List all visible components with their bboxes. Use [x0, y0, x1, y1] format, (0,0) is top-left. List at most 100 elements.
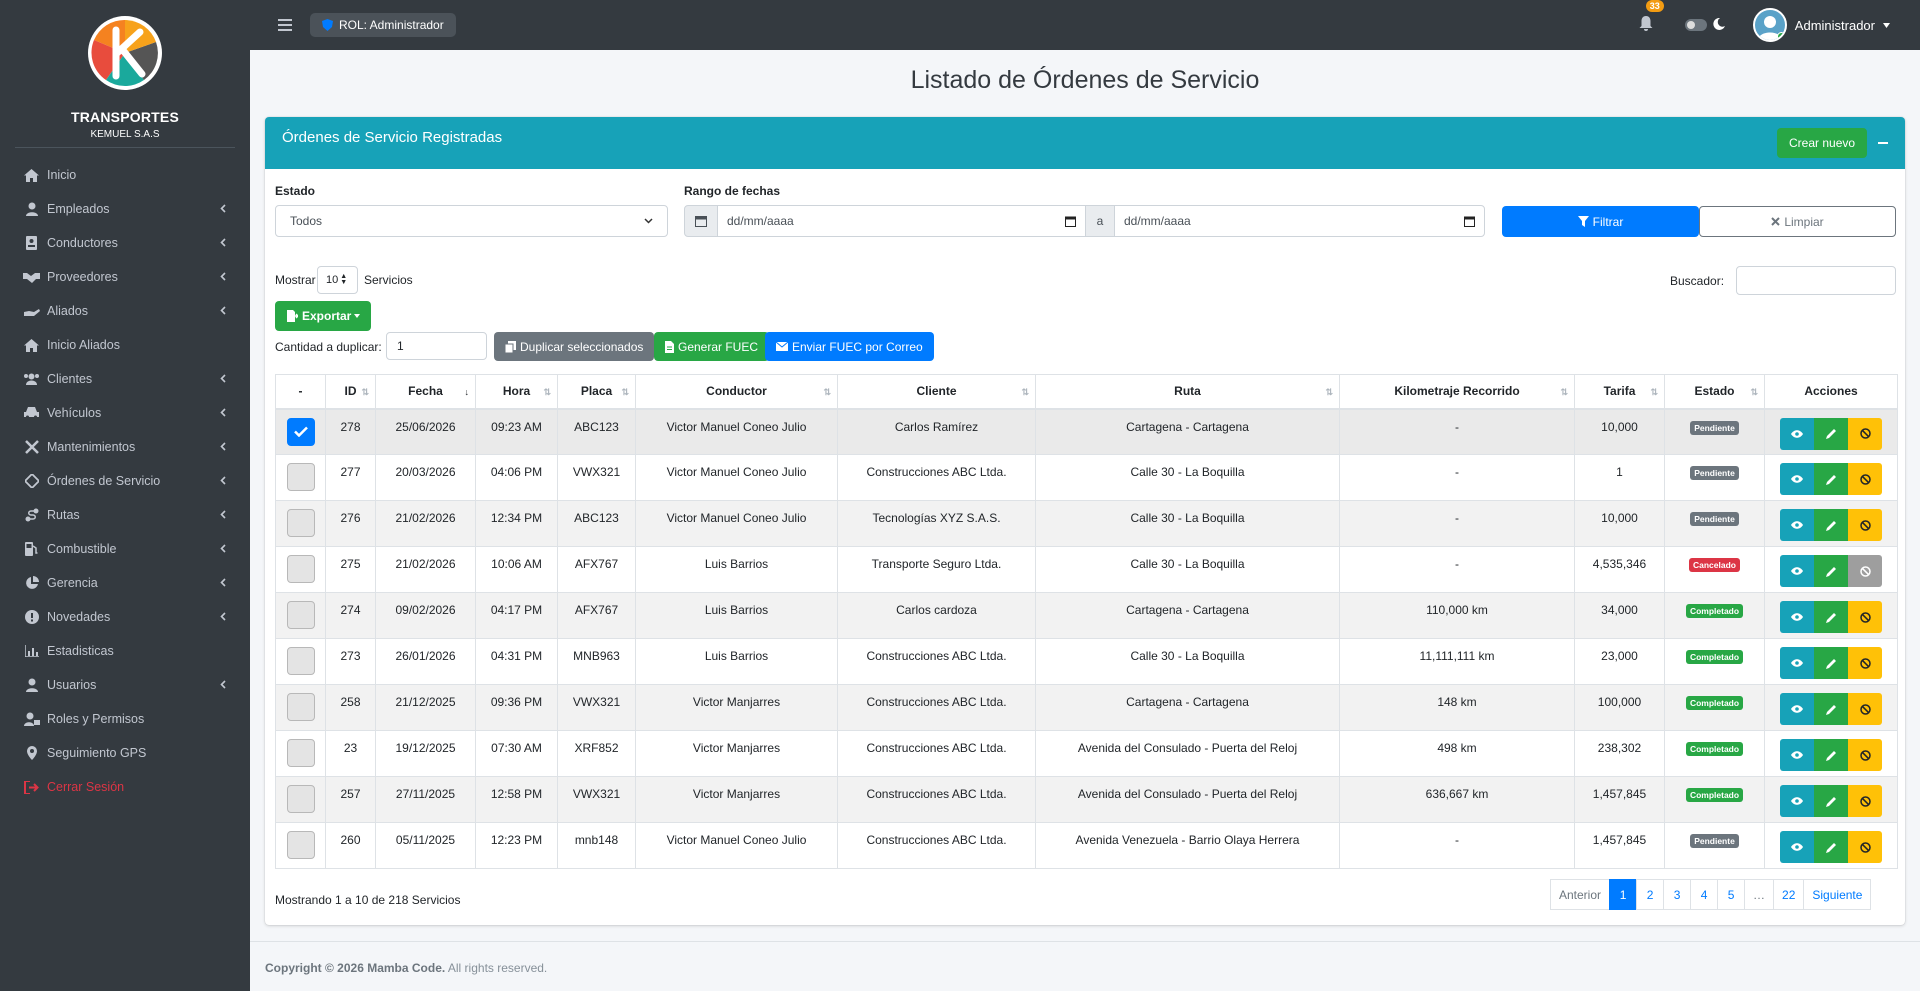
- sidebar-item-proveedores[interactable]: Proveedores: [0, 260, 250, 294]
- brand-logo[interactable]: [86, 14, 164, 92]
- column-header[interactable]: Conductor ⇅: [635, 374, 838, 410]
- pagination-page[interactable]: 2: [1636, 879, 1665, 910]
- cancel-order-button[interactable]: [1848, 463, 1882, 495]
- pagination-next[interactable]: Siguiente: [1803, 879, 1872, 910]
- cancel-order-button[interactable]: [1848, 509, 1882, 541]
- view-button[interactable]: [1780, 739, 1814, 771]
- table-row[interactable]: 23 19/12/2025 07:30 AM XRF852 Victor Manjarr…: [275, 730, 1898, 777]
- sidebar-item-aliados[interactable]: Aliados: [0, 294, 250, 328]
- qty-input[interactable]: 1: [386, 332, 487, 360]
- clear-button[interactable]: Limpiar: [1699, 206, 1896, 237]
- filter-button[interactable]: Filtrar: [1502, 206, 1699, 237]
- sidebar-item-inicio-aliados[interactable]: Inicio Aliados: [0, 328, 250, 362]
- column-header[interactable]: ID ⇅: [325, 374, 376, 410]
- sidebar-item-cerrar-sesion[interactable]: Cerrar Sesión: [0, 770, 250, 804]
- calendar-picker-icon[interactable]: [1065, 216, 1076, 227]
- table-row[interactable]: 273 26/01/2026 04:31 PM MNB963 Luis Barrios C…: [275, 638, 1898, 685]
- cancel-order-button[interactable]: [1848, 601, 1882, 633]
- row-checkbox[interactable]: [286, 831, 315, 859]
- view-button[interactable]: [1780, 647, 1814, 679]
- cancel-order-button[interactable]: [1848, 647, 1882, 679]
- sidebar-item-novedades[interactable]: Novedades: [0, 600, 250, 634]
- column-header[interactable]: Kilometraje Recorrido ⇅: [1339, 374, 1575, 410]
- edit-button[interactable]: [1814, 647, 1848, 679]
- column-header[interactable]: Placa ⇅: [557, 374, 636, 410]
- sidebar-item-gerencia[interactable]: Gerencia: [0, 566, 250, 600]
- page-length-input[interactable]: 10 ▲ ▼: [317, 266, 358, 294]
- table-row[interactable]: 277 20/03/2026 04:06 PM VWX321 Victor Manuel…: [275, 454, 1898, 501]
- cancel-order-button[interactable]: [1848, 555, 1882, 587]
- edit-button[interactable]: [1814, 463, 1848, 495]
- sidebar-item-roles-y-permisos[interactable]: Roles y Permisos: [0, 702, 250, 736]
- cancel-order-button[interactable]: [1848, 693, 1882, 725]
- theme-toggle[interactable]: [1684, 19, 1707, 31]
- sidebar-item-inicio[interactable]: Inicio: [0, 158, 250, 192]
- row-checkbox[interactable]: [286, 739, 315, 767]
- cancel-order-button[interactable]: [1848, 417, 1882, 450]
- view-button[interactable]: [1780, 693, 1814, 725]
- table-row[interactable]: 257 27/11/2025 12:58 PM VWX321 Victor Manjar…: [275, 776, 1898, 823]
- sidebar-item-empleados[interactable]: Empleados: [0, 192, 250, 226]
- collapse-icon[interactable]: [1877, 133, 1889, 153]
- edit-button[interactable]: [1814, 417, 1848, 450]
- row-checkbox[interactable]: [286, 647, 315, 675]
- user-menu[interactable]: Administrador: [1752, 8, 1890, 42]
- pagination-page[interactable]: 22: [1773, 879, 1805, 910]
- table-row[interactable]: 258 21/12/2025 09:36 PM VWX321 Victor Manjar…: [275, 684, 1898, 731]
- column-header[interactable]: Ruta ⇅: [1035, 374, 1340, 410]
- sidebar-item-vehiculos[interactable]: Vehículos: [0, 396, 250, 430]
- row-checkbox[interactable]: [286, 509, 315, 537]
- notifications-button[interactable]: 33: [1639, 0, 1664, 34]
- pagination-prev[interactable]: Anterior: [1550, 879, 1611, 910]
- send-fuec-email-button[interactable]: Enviar FUEC por Correo: [765, 332, 934, 361]
- pagination-ellipsis[interactable]: …: [1744, 879, 1775, 910]
- row-checkbox[interactable]: [286, 785, 315, 813]
- view-button[interactable]: [1780, 509, 1814, 541]
- edit-button[interactable]: [1814, 601, 1848, 633]
- menu-toggle-icon[interactable]: [278, 18, 292, 32]
- row-checkbox[interactable]: [286, 417, 315, 446]
- cancel-order-button[interactable]: [1848, 739, 1882, 771]
- sidebar-item-conductores[interactable]: Conductores: [0, 226, 250, 260]
- sidebar-item-estadisticas[interactable]: Estadisticas: [0, 634, 250, 668]
- view-button[interactable]: [1780, 555, 1814, 587]
- edit-button[interactable]: [1814, 831, 1848, 863]
- calendar-picker-icon[interactable]: [1464, 216, 1475, 227]
- column-header[interactable]: Estado ⇅: [1664, 374, 1765, 410]
- sidebar-item-clientes[interactable]: Clientes: [0, 362, 250, 396]
- edit-button[interactable]: [1814, 555, 1848, 587]
- table-row[interactable]: 275 21/02/2026 10:06 AM AFX767 Luis Barrios T…: [275, 546, 1898, 593]
- date-to-input[interactable]: dd/mm/aaaa: [1114, 205, 1485, 237]
- sidebar-item-seguimiento-gps[interactable]: Seguimiento GPS: [0, 736, 250, 770]
- table-row[interactable]: 260 05/11/2025 12:23 PM mnb148 Victor Manuel…: [275, 822, 1898, 869]
- edit-button[interactable]: [1814, 693, 1848, 725]
- view-button[interactable]: [1780, 831, 1814, 863]
- edit-button[interactable]: [1814, 509, 1848, 541]
- cancel-order-button[interactable]: [1848, 785, 1882, 817]
- pagination-page[interactable]: 3: [1663, 879, 1692, 910]
- row-checkbox[interactable]: [286, 555, 315, 583]
- estado-select[interactable]: Todos: [275, 205, 668, 237]
- view-button[interactable]: [1780, 785, 1814, 817]
- create-new-button[interactable]: Crear nuevo: [1777, 128, 1868, 158]
- duplicate-button[interactable]: Duplicar seleccionados: [494, 332, 655, 361]
- export-button[interactable]: Exportar: [275, 301, 372, 331]
- column-header[interactable]: Cliente ⇅: [837, 374, 1036, 410]
- column-header[interactable]: Tarifa ⇅: [1574, 374, 1665, 410]
- row-checkbox[interactable]: [286, 693, 315, 721]
- sidebar-item-usuarios[interactable]: Usuarios: [0, 668, 250, 702]
- sidebar-item-mantenimientos[interactable]: Mantenimientos: [0, 430, 250, 464]
- edit-button[interactable]: [1814, 785, 1848, 817]
- row-checkbox[interactable]: [286, 463, 315, 491]
- column-header[interactable]: Hora ⇅: [475, 374, 558, 410]
- sidebar-item-rutas[interactable]: Rutas: [0, 498, 250, 532]
- sidebar-item-combustible[interactable]: Combustible: [0, 532, 250, 566]
- pagination-page[interactable]: 4: [1690, 879, 1719, 910]
- view-button[interactable]: [1780, 463, 1814, 495]
- edit-button[interactable]: [1814, 739, 1848, 771]
- row-checkbox[interactable]: [286, 601, 315, 629]
- table-row[interactable]: 274 09/02/2026 04:17 PM AFX767 Luis Barrios C…: [275, 592, 1898, 639]
- table-row[interactable]: 278 25/06/2026 09:23 AM ABC123 Victor Manuel…: [275, 408, 1898, 455]
- view-button[interactable]: [1780, 601, 1814, 633]
- pagination-page[interactable]: 5: [1717, 879, 1746, 910]
